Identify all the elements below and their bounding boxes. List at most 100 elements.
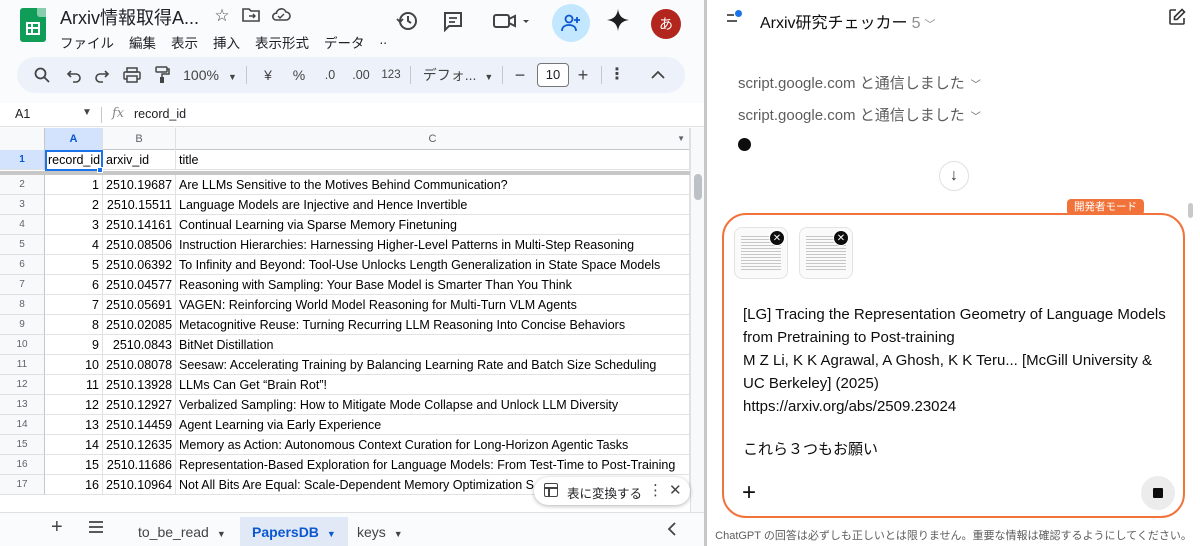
row-header[interactable]: 17 (0, 475, 45, 495)
table-row[interactable]: 3 2 2510.15511 Language Models are Injectiv… (0, 195, 690, 215)
table-row[interactable]: 2 1 2510.19687 Are LLMs Sensitive to the Mo… (0, 175, 690, 195)
column-header-c[interactable]: C ▼ (176, 128, 690, 150)
project-selector[interactable]: Arxiv研究チェッカー 5 ﹀ (760, 9, 935, 33)
cell-arxiv-id[interactable]: 2510.12927 (103, 395, 176, 415)
name-box-caret-icon[interactable]: ▼ (82, 107, 92, 118)
message-composer[interactable]: ✕ ✕ [LG] Tracing the Representation Geom… (722, 213, 1185, 518)
edit-icon[interactable] (1168, 8, 1186, 31)
table-row[interactable]: 7 6 2510.04577 Reasoning with Sampling: You… (0, 275, 690, 295)
video-icon[interactable] (490, 10, 534, 38)
add-sheet-icon[interactable]: + (51, 516, 63, 539)
row-header[interactable]: 15 (0, 435, 45, 455)
cell-arxiv-id[interactable]: 2510.15511 (103, 195, 176, 215)
cell-arxiv-id[interactable]: 2510.14459 (103, 415, 176, 435)
more-options-icon[interactable]: ⋮ (609, 57, 625, 93)
cloud-icon[interactable] (271, 6, 291, 27)
row-header[interactable]: 10 (0, 335, 45, 355)
currency-format-button[interactable]: ¥ (258, 57, 278, 93)
row-header[interactable]: 5 (0, 235, 45, 255)
chevron-left-icon[interactable] (667, 520, 677, 541)
increase-decimal-button[interactable]: .00 (348, 57, 374, 93)
convert-to-table-chip[interactable]: 表に変換する ⋮ ✕ (534, 477, 690, 505)
row-header[interactable]: 6 (0, 255, 45, 275)
table-row[interactable]: 16 15 2510.11686 Representation-Based Explo… (0, 455, 690, 475)
cell-title[interactable]: Verbalized Sampling: How to Mitigate Mod… (176, 395, 690, 415)
cell-record-id[interactable]: 13 (45, 415, 103, 435)
font-size-decrease-button[interactable]: − (510, 57, 530, 93)
cell-record-id[interactable]: 4 (45, 235, 103, 255)
cell-record-id[interactable]: 7 (45, 295, 103, 315)
cell-arxiv-id[interactable]: 2510.11686 (103, 455, 176, 475)
search-icon[interactable] (31, 57, 53, 93)
tool-call-status[interactable]: script.google.com と通信しました ﹀ (738, 72, 981, 93)
menu-insert[interactable]: 挿入 (213, 32, 240, 52)
cell-title[interactable]: VAGEN: Reinforcing World Model Reasoning… (176, 295, 690, 315)
cell-title[interactable]: Memory as Action: Autonomous Context Cur… (176, 435, 690, 455)
freeze-line[interactable] (0, 171, 690, 175)
cell-arxiv-id[interactable]: 2510.08078 (103, 355, 176, 375)
menu-file[interactable]: ファイル (60, 32, 114, 52)
scrollbar-thumb[interactable] (1188, 203, 1193, 218)
close-icon[interactable]: ✕ (669, 481, 682, 499)
remove-attachment-icon[interactable]: ✕ (769, 230, 785, 246)
print-icon[interactable] (120, 57, 144, 93)
header-row[interactable]: 1 record_id arxiv_id title (0, 150, 690, 170)
row-header[interactable]: 7 (0, 275, 45, 295)
stop-icon[interactable] (1141, 476, 1175, 510)
folder-move-icon[interactable] (241, 6, 261, 27)
cell-title[interactable]: Seesaw: Accelerating Training by Balanci… (176, 355, 690, 375)
collapse-toolbar-icon[interactable] (647, 57, 669, 93)
avatar[interactable]: あ (651, 9, 681, 39)
cell-record-id[interactable]: 8 (45, 315, 103, 335)
arrow-down-icon[interactable]: ↓ (939, 161, 969, 191)
table-row[interactable]: 13 12 2510.12927 Verbalized Sampling: How t… (0, 395, 690, 415)
cell-arxiv-id[interactable]: 2510.13928 (103, 375, 176, 395)
row-header[interactable]: 14 (0, 415, 45, 435)
tab-to-be-read[interactable]: to_be_read ▼ (126, 517, 238, 546)
spreadsheet-grid[interactable]: A B C ▼ 1 record_id arxiv_id title 2 1 2510.196… (0, 128, 690, 512)
sheets-logo-icon[interactable] (20, 8, 46, 42)
cell-title[interactable]: Continual Learning via Sparse Memory Fin… (176, 215, 690, 235)
row-header[interactable]: 3 (0, 195, 45, 215)
gemini-icon[interactable] (606, 8, 630, 38)
convert-to-table-label[interactable]: 表に変換する (567, 483, 642, 502)
row-header[interactable]: 2 (0, 175, 45, 195)
row-header[interactable]: 8 (0, 295, 45, 315)
menu-more[interactable]: .. (380, 32, 388, 52)
history-icon[interactable] (392, 10, 422, 38)
table-row[interactable]: 11 10 2510.08078 Seesaw: Accelerating Train… (0, 355, 690, 375)
cell-record-id[interactable]: 14 (45, 435, 103, 455)
percent-format-button[interactable]: % (288, 57, 310, 93)
cell-arxiv-id[interactable]: 2510.10964 (103, 475, 176, 495)
cell-record-id[interactable]: 9 (45, 335, 103, 355)
table-row[interactable]: 15 14 2510.12635 Memory as Action: Autonomo… (0, 435, 690, 455)
cell-record-id[interactable]: 11 (45, 375, 103, 395)
more-formats-button[interactable]: 123 (378, 57, 404, 93)
decrease-decimal-button[interactable]: .0 (318, 57, 342, 93)
cell-arxiv-id[interactable]: 2510.19687 (103, 175, 176, 195)
cell-record-id[interactable]: 5 (45, 255, 103, 275)
cell-title[interactable]: Metacognitive Reuse: Turning Recurring L… (176, 315, 690, 335)
undo-icon[interactable] (63, 57, 85, 93)
cell-arxiv-id[interactable]: 2510.06392 (103, 255, 176, 275)
row-header[interactable]: 12 (0, 375, 45, 395)
cell-title[interactable]: Instruction Hierarchies: Harnessing High… (176, 235, 690, 255)
fill-handle[interactable] (97, 167, 103, 173)
vertical-scrollbar[interactable] (690, 128, 704, 512)
cell-arxiv-id[interactable]: 2510.08506 (103, 235, 176, 255)
cell-record-id[interactable]: 6 (45, 275, 103, 295)
formula-input[interactable]: record_id (134, 107, 186, 121)
column-menu-icon[interactable]: ▼ (677, 128, 685, 150)
cell-record-id[interactable]: 15 (45, 455, 103, 475)
row-header[interactable]: 16 (0, 455, 45, 475)
table-row[interactable]: 9 8 2510.02085 Metacognitive Reuse: Turning… (0, 315, 690, 335)
cell-record-id[interactable]: 12 (45, 395, 103, 415)
menu-edit[interactable]: 編集 (129, 32, 156, 52)
cell-title[interactable]: BitNet Distillation (176, 335, 690, 355)
all-sheets-icon[interactable] (88, 518, 104, 539)
cell-record-id[interactable]: 3 (45, 215, 103, 235)
cell-record-id[interactable]: 10 (45, 355, 103, 375)
cell-title[interactable]: title (176, 150, 690, 170)
row-header[interactable]: 1 (0, 150, 45, 170)
table-row[interactable]: 10 9 2510.0843 BitNet Distillation (0, 335, 690, 355)
